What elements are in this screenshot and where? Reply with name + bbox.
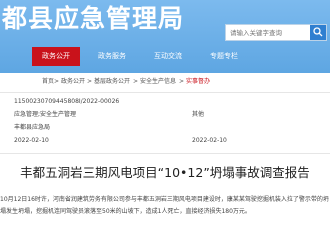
- breadcrumb-separator: >: [87, 78, 93, 85]
- search-box: [225, 24, 327, 41]
- breadcrumb-separator: >: [54, 78, 60, 85]
- body-line: 塌发生坍塌，挖掘机连同驾驶员滚落至50米的山坡下，造成1人死亡，直接经济损失18…: [0, 208, 251, 215]
- search-icon: [313, 27, 323, 37]
- nav-item-special-topics[interactable]: 专题专栏: [200, 47, 248, 66]
- nav-item-gov-services[interactable]: 政务服务: [88, 47, 136, 66]
- search-button[interactable]: [310, 25, 326, 40]
- breadcrumb-separator: >: [179, 78, 185, 85]
- meta-publisher: 丰都县应急局: [14, 124, 51, 131]
- breadcrumb-current[interactable]: 实事督办: [186, 74, 210, 90]
- site-header: 都县应急管理局 政务公开 政务服务 互动交流 专题专栏: [0, 0, 330, 73]
- breadcrumb-grassroots[interactable]: 基层政务公开: [94, 74, 130, 90]
- meta-created-date: 2022-02-10: [14, 137, 49, 144]
- nav-item-gov-affairs[interactable]: 政务公开: [32, 47, 80, 66]
- breadcrumb: 首页 > 政务公开 > 基层政务公开 > 安全生产信息 > 实事督办: [0, 74, 330, 90]
- document-body: 10月12日16时许，河南省润建筑劳务有限公司参与丰都五洞岩三期风电项目建设时，…: [0, 194, 330, 218]
- document-title: 丰都五洞岩三期风电项目“10•12”坍塌事故调查报告: [20, 165, 310, 180]
- meta-published-date: 2022-02-10: [192, 137, 227, 144]
- meta-category-right: 其他: [192, 111, 205, 118]
- breadcrumb-separator: >: [133, 78, 139, 85]
- breadcrumb-gov-affairs[interactable]: 政务公开: [61, 74, 85, 90]
- main-nav: 政务公开 政务服务 互动交流 专题专栏: [0, 47, 330, 66]
- nav-item-interaction[interactable]: 互动交流: [144, 47, 192, 66]
- site-title: 都县应急管理局: [2, 4, 185, 33]
- meta-category: 应急管理;安全生产管理: [14, 111, 77, 118]
- meta-index-number: 11500230709445808I/2022-00026: [14, 98, 120, 105]
- body-line: 10月12日16时许，河南省润建筑劳务有限公司参与丰都五洞岩三期风电项目建设时，…: [0, 196, 329, 203]
- document-meta-panel: 11500230709445808I/2022-00026 应急管理;安全生产管…: [0, 92, 330, 154]
- search-input[interactable]: [226, 25, 312, 40]
- breadcrumb-home[interactable]: 首页: [42, 74, 54, 90]
- breadcrumb-safety-info[interactable]: 安全生产信息: [140, 74, 176, 90]
